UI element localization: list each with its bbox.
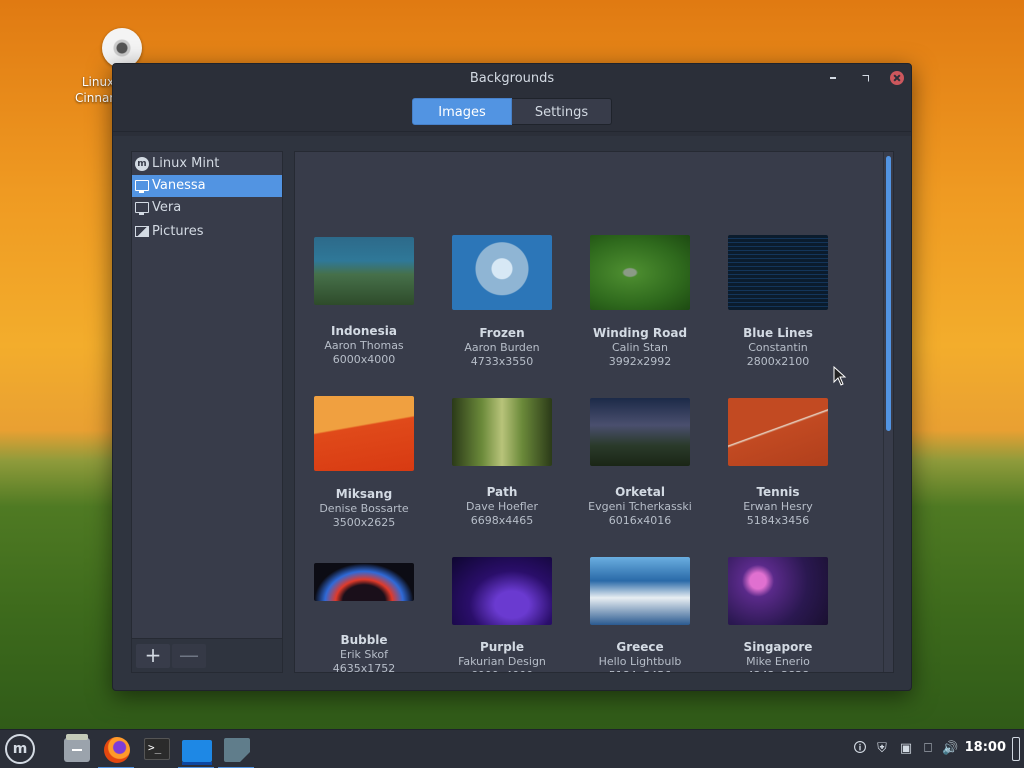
wallpaper-thumbnail [590, 398, 690, 466]
wallpaper-thumbnail [728, 557, 828, 625]
notes-icon [224, 738, 250, 762]
add-folder-button[interactable]: + [136, 644, 170, 668]
wallpaper-author: Mike Enerio [746, 655, 810, 668]
close-button[interactable] [890, 71, 904, 85]
wallpaper-author: Denise Bossarte [319, 502, 409, 515]
update-manager-icon[interactable]: 🛈 [852, 741, 868, 757]
show-desktop-button[interactable] [1012, 737, 1020, 761]
sidebar-toolbar: + — [132, 638, 282, 672]
collections-sidebar: m Linux Mint Vanessa Vera Pictures + — [131, 151, 283, 673]
sidebar-item-label: Linux Mint [152, 156, 220, 171]
wallpaper-author: Fakurian Design [458, 655, 546, 668]
mint-logo-icon: m [135, 157, 149, 171]
volume-icon[interactable]: 🔊 [942, 741, 958, 757]
system-tray: 🛈 ⛨ ▣ ⎕ 🔊 18:00 [824, 730, 1024, 768]
wallpaper-name: Miksang [335, 487, 393, 501]
wallpaper-size: 6016x4016 [608, 514, 672, 527]
backgrounds-icon [182, 740, 212, 765]
sidebar-item-linux-mint[interactable]: m Linux Mint [132, 153, 282, 175]
wallpaper-author: Erik Skof [340, 648, 388, 661]
wallpaper-author: Erwan Hesry [743, 500, 813, 513]
mouse-cursor-icon [833, 366, 847, 386]
wallpaper-name: Singapore [743, 640, 813, 654]
user-icon[interactable]: ▣ [898, 741, 914, 757]
mint-menu-button[interactable]: m [5, 734, 35, 764]
wallpaper-name: Bubble [340, 633, 388, 647]
clock[interactable]: 18:00 [965, 740, 1006, 755]
remove-folder-button[interactable]: — [172, 644, 206, 668]
wallpaper-author: Aaron Burden [464, 341, 540, 354]
monitor-icon [135, 202, 149, 215]
wallpaper-name: Orketal [615, 485, 665, 499]
wallpaper-name: Indonesia [331, 324, 397, 338]
backgrounds-window-button[interactable] [178, 732, 214, 768]
notes-launcher[interactable] [218, 732, 254, 768]
wallpaper-size: 3992x2992 [608, 355, 672, 368]
disc-icon [102, 28, 142, 68]
wallpaper-author: Constantin [748, 341, 808, 354]
wallpaper-size: 5184x3456 [580, 669, 700, 672]
sidebar-item-vanessa[interactable]: Vanessa [132, 175, 282, 197]
wallpaper-size: 4733x3550 [470, 355, 534, 368]
wallpaper-name: Winding Road [592, 326, 688, 340]
wallpaper-size: 6000x4000 [442, 669, 562, 672]
files-icon [64, 734, 90, 762]
tab-bar: Images Settings [412, 98, 612, 125]
wallpaper-name: Path [486, 485, 518, 499]
wallpaper-grid: Indonesia Aaron Thomas 6000x4000 Frozen … [294, 151, 894, 673]
header-divider [113, 131, 911, 132]
wallpaper-size: 4242x2828 [718, 669, 838, 672]
scrollbar-thumb[interactable] [886, 156, 891, 431]
maximize-button[interactable] [858, 71, 872, 85]
tab-settings[interactable]: Settings [512, 98, 612, 125]
terminal-launcher[interactable]: >_ [138, 732, 174, 767]
picture-icon [135, 226, 149, 237]
sidebar-item-label: Vera [152, 200, 182, 215]
shield-icon[interactable]: ⛨ [874, 741, 890, 757]
firefox-launcher[interactable] [98, 732, 134, 768]
monitor-icon [135, 180, 149, 193]
wallpaper-thumbnail [728, 235, 828, 310]
wallpaper-thumbnail [728, 398, 828, 466]
sidebar-item-label: Vanessa [152, 178, 206, 193]
wallpaper-name: Purple [479, 640, 525, 654]
taskbar: m >_ 🛈 ⛨ ▣ ⎕ 🔊 18:00 [0, 729, 1024, 768]
wallpaper-name: Greece [616, 640, 664, 654]
wallpaper-name: Frozen [479, 326, 525, 340]
wallpaper-thumbnail [314, 396, 414, 471]
wallpaper-name: Tennis [756, 485, 800, 499]
sidebar-item-vera[interactable]: Vera [132, 197, 282, 219]
sidebar-item-label: Pictures [152, 224, 204, 239]
wallpaper-size: 6000x4000 [332, 353, 396, 366]
wallpaper-author: Aaron Thomas [324, 339, 404, 352]
wallpaper-size: 4635x1752 [332, 662, 396, 673]
wallpaper-size: 5184x3456 [746, 514, 810, 527]
firefox-icon [104, 737, 130, 763]
wallpaper-thumbnail [452, 235, 552, 310]
wallpaper-author: Evgeni Tcherkasski [588, 500, 692, 513]
backgrounds-window: Backgrounds Images Settings m Linux Mint… [112, 63, 912, 691]
network-icon[interactable]: ⎕ [920, 741, 936, 757]
tab-images[interactable]: Images [412, 98, 512, 125]
wallpaper-size: 2800x2100 [746, 355, 810, 368]
wallpaper-thumbnail [314, 563, 414, 601]
wallpaper-thumbnail [590, 235, 690, 310]
sidebar-item-pictures[interactable]: Pictures [132, 221, 282, 243]
wallpaper-thumbnail [452, 398, 552, 466]
wallpaper-size: 6698x4465 [470, 514, 534, 527]
files-launcher[interactable] [58, 732, 94, 767]
terminal-icon: >_ [144, 738, 170, 760]
wallpaper-author: Hello Lightbulb [598, 655, 682, 668]
wallpaper-author: Dave Hoefler [466, 500, 538, 513]
wallpaper-thumbnail [314, 237, 414, 305]
wallpaper-size: 3500x2625 [332, 516, 396, 529]
titlebar[interactable]: Backgrounds Images Settings [113, 64, 911, 136]
wallpaper-author: Calin Stan [611, 341, 668, 354]
minimize-button[interactable] [826, 71, 840, 85]
window-title: Backgrounds [469, 71, 555, 86]
wallpaper-thumbnail [452, 557, 552, 625]
wallpaper-name: Blue Lines [743, 326, 813, 340]
wallpaper-thumbnail [590, 557, 690, 625]
